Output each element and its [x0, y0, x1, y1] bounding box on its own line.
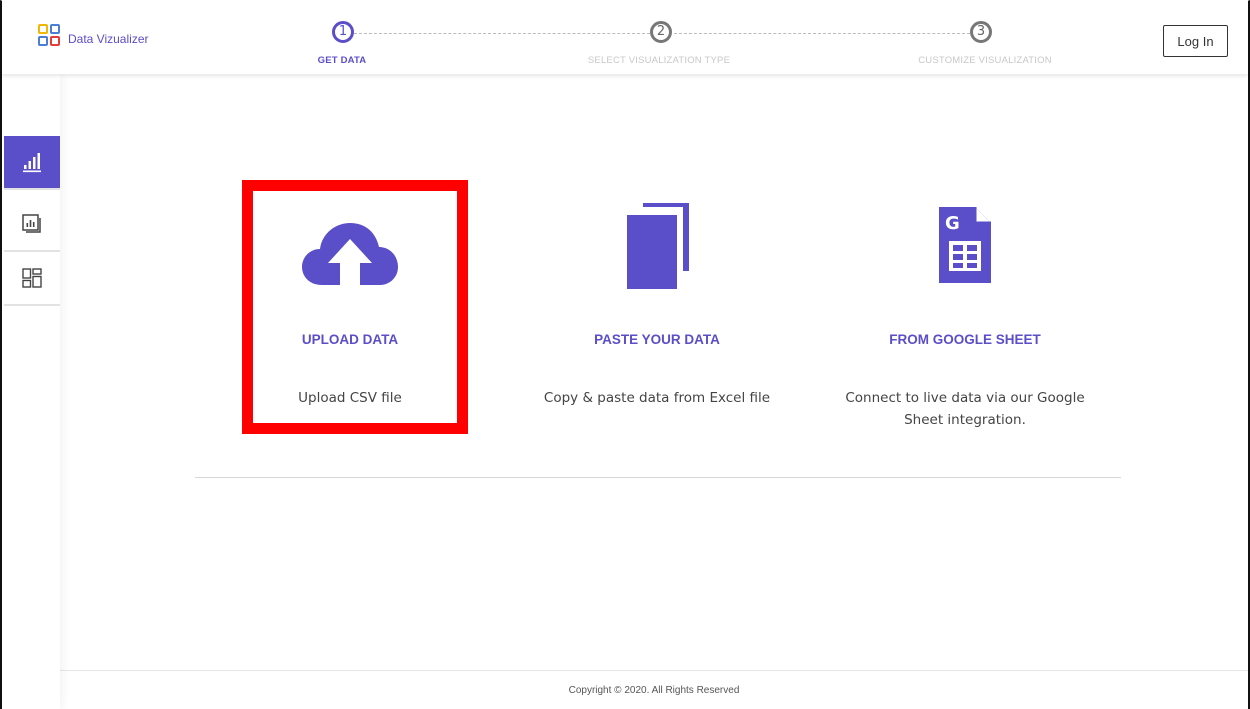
google-sheet-description: Connect to live data via our Google Shee…: [845, 390, 1085, 428]
copyright-text: Copyright © 2020. All Rights Reserved: [568, 685, 740, 696]
left-sidebar: [2, 74, 60, 709]
step-1-label[interactable]: GET DATA: [318, 55, 367, 66]
step-connector: [354, 33, 650, 34]
grid-layout-icon: [22, 268, 42, 288]
step-2-label[interactable]: SELECT VISUALIZATION TYPE: [588, 55, 730, 66]
paste-data-description: Copy & paste data from Excel file: [543, 390, 771, 406]
app-frame: [0, 0, 1250, 709]
highlight-box: [242, 180, 468, 434]
google-sheet-icon: G: [939, 207, 991, 283]
google-sheet-title: FROM GOOGLE SHEET: [889, 332, 1041, 347]
paste-data-title: PASTE YOUR DATA: [594, 332, 720, 347]
sidebar-item-visualization[interactable]: [4, 198, 60, 252]
step-connector: [674, 33, 970, 34]
step-2-indicator[interactable]: 2: [650, 21, 672, 43]
app-logo-icon: [38, 24, 60, 46]
svg-text:G: G: [945, 213, 960, 234]
footer: Copyright © 2020. All Rights Reserved: [60, 670, 1248, 709]
step-3-label[interactable]: CUSTOMIZE VISUALIZATION: [918, 55, 1052, 66]
sidebar-item-data[interactable]: [4, 136, 60, 190]
sidebar-item-layout[interactable]: [4, 252, 60, 306]
app-title: Data Vizualizer: [68, 32, 149, 46]
step-1-indicator[interactable]: 1: [332, 21, 354, 43]
content-divider: [195, 477, 1121, 478]
chart-frame-icon: [22, 214, 41, 233]
copy-paste-icon: [627, 203, 689, 289]
login-button[interactable]: Log In: [1163, 25, 1228, 57]
top-header: Data Vizualizer 1 2 3 GET DATA SELECT VI…: [2, 0, 1248, 74]
bar-chart-icon: [23, 153, 41, 173]
step-3-indicator[interactable]: 3: [970, 21, 992, 43]
